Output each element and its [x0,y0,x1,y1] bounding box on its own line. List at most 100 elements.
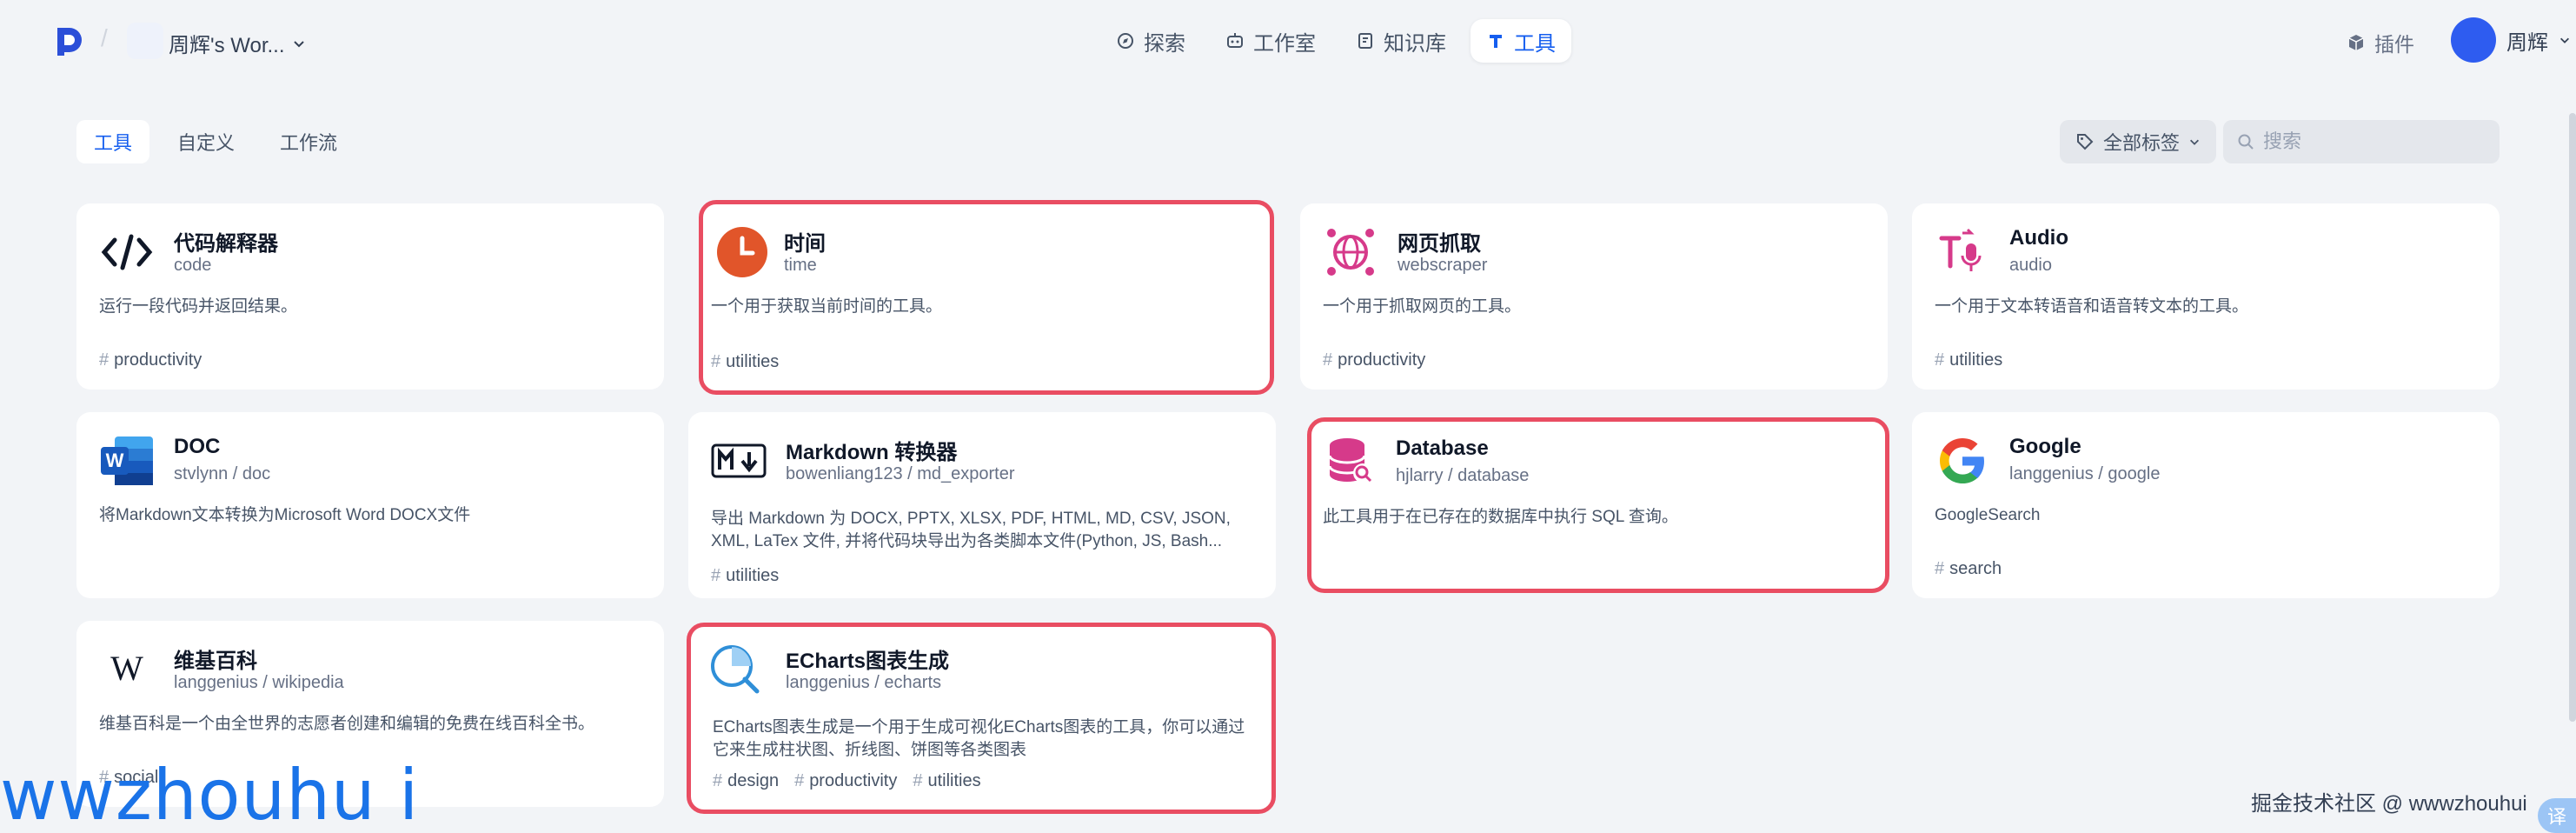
nav-tools[interactable]: 工具 [1471,19,1571,63]
avatar [2451,17,2496,63]
card-description: 一个用于抓取网页的工具。 [1323,297,1522,316]
robot-icon [1227,33,1243,48]
tool-card-webscraper[interactable]: 网页抓取 webscraper 一个用于抓取网页的工具。 # productivi… [1300,203,1888,390]
tag-filter-dropdown[interactable]: 全部标签 [2060,120,2217,163]
tool-icon [1490,35,1502,48]
card-tag: # utilities [711,352,780,371]
card-description: 将Markdown文本转换为Microsoft Word DOCX文件 [99,506,471,524]
workspace-avatar[interactable] [127,23,163,59]
card-tags: # productivity [99,350,202,370]
tool-card-echarts[interactable]: ECharts图表生成 langgenius / echarts ECharts… [687,623,1276,814]
plugin-label: 插件 [2374,33,2414,56]
nav-studio-label: 工作室 [1253,31,1316,56]
card-subtitle: hjlarry / database [1396,466,1530,485]
card-subtitle: langgenius / echarts [786,673,942,692]
card-tags: # productivity [1323,350,1425,370]
top-bar: / 周辉's Wor... 探索 工作室 知识库 工具 插件 周辉 [0,0,2576,82]
card-title: ECharts图表生成 [786,650,950,673]
tool-card-code[interactable]: 代码解释器 code 运行一段代码并返回结果。 # productivity [76,203,664,390]
code-icon [99,224,155,280]
database-icon [1323,433,1378,489]
card-tag: # productivity [99,350,202,370]
nav-studio[interactable]: 工作室 [1210,19,1331,63]
chevron-down-icon [2560,37,2569,43]
card-subtitle: time [784,256,817,275]
card-subtitle: stvlynn / doc [174,464,271,483]
card-tag: # productivity [794,771,898,790]
card-subtitle: langgenius / wikipedia [174,673,344,692]
tool-card-audio[interactable]: Audio audio 一个用于文本转语音和语音转文本的工具。 # utiliti… [1912,203,2500,390]
card-description: 一个用于文本转语音和语音转文本的工具。 [1935,297,2249,316]
card-title: DOC [174,435,221,458]
card-tags: # search [1935,559,2002,579]
clock-icon [714,224,770,280]
watermark-left: wwzhouhu i [0,755,420,833]
card-tags: # utilities [711,566,779,586]
card-description: 运行一段代码并返回结果。 [99,297,298,316]
card-description: 此工具用于在已存在的数据库中执行 SQL 查询。 [1323,508,1678,526]
card-tags: # utilities [1935,350,2002,370]
plugin-button[interactable]: 插件 [2347,28,2414,57]
tool-card-doc[interactable]: W DOC stvlynn / doc 将Markdown文本转换为Micros… [76,412,664,598]
card-title: Google [2009,435,2081,458]
tool-type-tabs: 工具 自定义 工作流 [76,120,355,163]
nav-knowledge[interactable]: 知识库 [1340,19,1462,63]
translate-button[interactable]: 译 [2538,798,2576,833]
card-subtitle: langgenius / google [2009,464,2161,483]
watermark-right: 掘金技术社区 @ wwwzhouhui [2251,792,2527,816]
chevron-down-icon [293,40,304,47]
tag-filter-label: 全部标签 [2103,132,2181,154]
card-description: 导出 Markdown 为 DOCX, PPTX, XLSX, PDF, HTM… [711,510,1231,550]
search-box [2223,120,2500,163]
wikipedia-icon: W [99,642,155,697]
user-menu[interactable]: 周辉 [2451,17,2571,63]
word-icon: W [99,433,155,489]
app-logo-icon[interactable] [54,26,85,57]
nav-knowledge-label: 知识库 [1384,31,1446,56]
card-subtitle: audio [2009,256,2052,275]
card-tags: # design # productivity # utilities [713,771,981,791]
card-title: 时间 [784,232,826,256]
card-subtitle: bowenliang123 / md_exporter [786,464,1015,483]
tab-workflow[interactable]: 工作流 [262,120,355,163]
workspace-switcher[interactable]: 周辉's Wor... [169,28,306,58]
card-tags: # utilities [711,352,779,372]
tab-tools[interactable]: 工具 [76,120,150,163]
search-input[interactable] [2263,130,2480,153]
tool-card-markdown[interactable]: Markdown 转换器 bowenliang123 / md_exporter… [688,412,1276,598]
tab-custom[interactable]: 自定义 [160,120,252,163]
card-title: Markdown 转换器 [786,441,958,464]
chevron-down-icon [2190,139,2200,145]
user-name: 周辉 [2506,30,2548,55]
card-tag: # utilities [1935,350,2003,370]
nav-explore-label: 探索 [1144,31,1185,56]
tool-card-google[interactable]: Google langgenius / google GoogleSearch … [1912,412,2500,598]
search-icon [2238,134,2254,150]
book-icon [1358,33,1372,49]
card-title: Audio [2009,226,2068,250]
tag-icon [2077,134,2094,150]
scrollbar[interactable] [2569,113,2576,722]
svg-text:W: W [110,652,143,687]
card-title: 维基百科 [174,650,257,673]
cube-icon [2348,35,2364,50]
card-tag: # utilities [913,771,981,790]
google-icon [1935,433,1990,489]
svg-text:W: W [106,450,124,471]
card-subtitle: webscraper [1398,256,1488,275]
card-description: ECharts图表生成是一个用于生成可视化ECharts图表的工具，你可以通过它… [713,718,1245,759]
markdown-icon [711,433,767,489]
tool-card-database[interactable]: Database hjlarry / database 此工具用于在已存在的数据… [1307,417,1889,593]
card-subtitle: code [174,256,212,275]
nav-explore[interactable]: 探索 [1100,19,1201,63]
card-tag: # utilities [711,566,780,585]
card-tag: # productivity [1323,350,1426,370]
tool-card-time[interactable]: 时间 time 一个用于获取当前时间的工具。 # utilities [699,200,1274,395]
card-description: 一个用于获取当前时间的工具。 [711,297,943,316]
workspace-name: 周辉's Wor... [169,34,285,57]
card-tag: # design [713,771,780,790]
web-scraper-icon [1323,224,1378,280]
card-title: 网页抓取 [1398,232,1481,256]
card-tag: # search [1935,559,2002,578]
compass-icon [1118,33,1133,49]
